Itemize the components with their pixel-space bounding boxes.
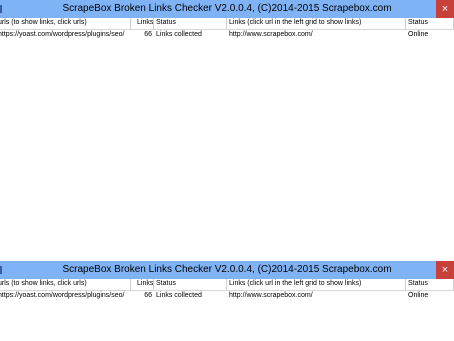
link-url-cell[interactable]: http://www.scrapebox.com/	[227, 30, 406, 40]
link-status-column-header[interactable]: Status	[406, 279, 454, 290]
table-row[interactable]: https://yoast.com/wordpress/plugins/seo/…	[0, 291, 454, 301]
links-count-column-header[interactable]: Links	[135, 18, 154, 29]
status-cell: Links collected	[156, 292, 202, 299]
link-status-cell: Online	[408, 292, 429, 299]
links-count-column-header[interactable]: Links	[135, 279, 154, 290]
results-grid: urls (to show links, click urls) Links S…	[0, 18, 454, 170]
close-button[interactable]: ×	[436, 0, 454, 18]
link-status-column-header[interactable]: Status	[406, 18, 454, 29]
close-button[interactable]: ×	[436, 261, 454, 279]
link-url-cell[interactable]: http://www.scrapebox.com/	[227, 291, 406, 301]
grid-header: urls (to show links, click urls) Links S…	[0, 18, 454, 30]
window-title: ScrapeBox Broken Links Checker V2.0.0.4,…	[62, 3, 392, 14]
links-column-header[interactable]: Links (click url in the left grid to sho…	[227, 279, 406, 290]
window-title: ScrapeBox Broken Links Checker V2.0.0.4,…	[62, 264, 392, 275]
link-status-cell: Online	[408, 31, 429, 38]
status-column-header[interactable]: Status	[154, 18, 227, 29]
grid-header: urls (to show links, click urls) Links S…	[0, 279, 454, 291]
links-column-header[interactable]: Links (click url in the left grid to sho…	[227, 18, 406, 29]
status-cell: Links collected	[156, 31, 202, 38]
urls-column-header[interactable]: urls (to show links, click urls)	[0, 18, 131, 29]
links-count-cell: 66	[144, 31, 152, 38]
results-grid: urls (to show links, click urls) Links S…	[0, 279, 454, 341]
title-bar[interactable]: ScrapeBox Broken Links Checker V2.0.0.4,…	[0, 0, 454, 18]
links-count-cell: 66	[144, 292, 152, 299]
broken-links-checker-window: ScrapeBox Broken Links Checker V2.0.0.4,…	[0, 170, 454, 341]
title-bar[interactable]: ScrapeBox Broken Links Checker V2.0.0.4,…	[0, 261, 454, 279]
broken-links-checker-window: ScrapeBox Broken Links Checker V2.0.0.4,…	[0, 0, 454, 170]
urls-column-header[interactable]: urls (to show links, click urls)	[0, 279, 131, 290]
table-row[interactable]: https://yoast.com/wordpress/plugins/seo/…	[0, 30, 454, 40]
status-column-header[interactable]: Status	[154, 279, 227, 290]
